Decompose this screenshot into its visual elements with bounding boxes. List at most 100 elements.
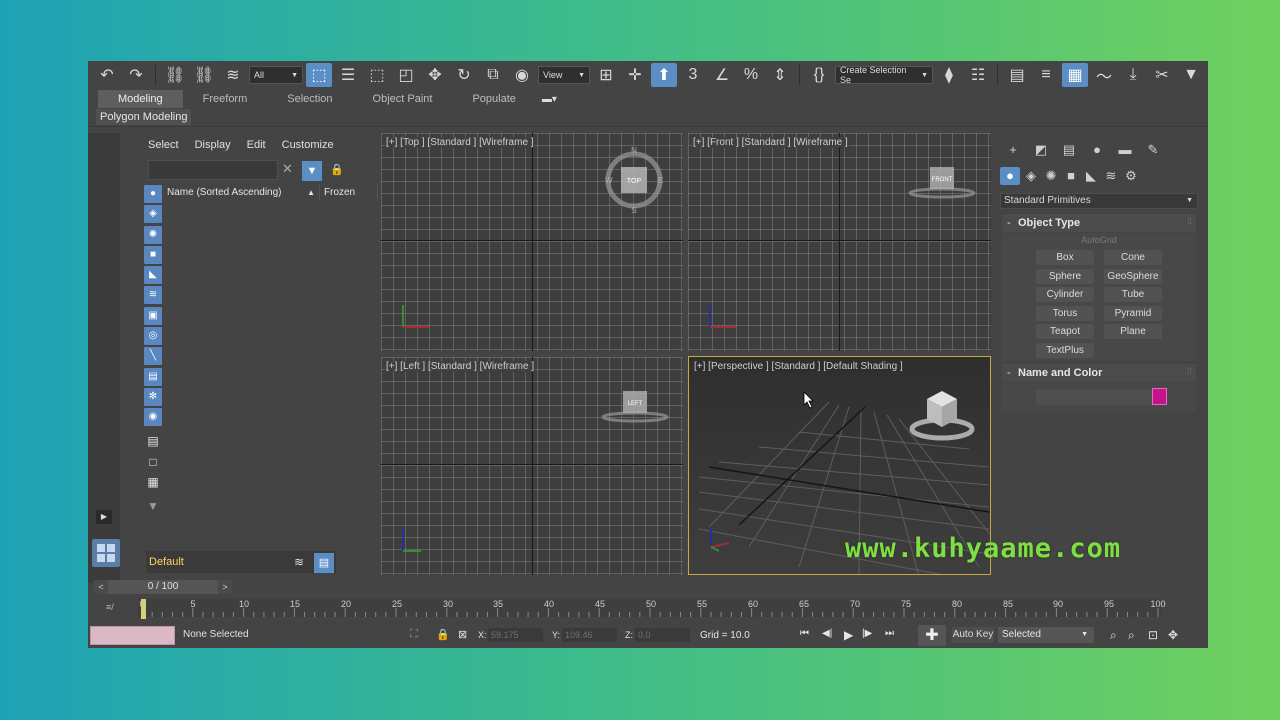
pivot-center-icon[interactable]: ⊞ [593,63,619,87]
percent-snap-icon[interactable]: % [738,63,764,87]
viewcube-front[interactable]: FRONT [908,161,978,201]
display-groups-icon[interactable]: ▣ [144,306,162,325]
display-shapes-icon[interactable]: ◈ [144,205,162,224]
time-slider-handle[interactable] [141,599,146,619]
x-coordinate-field[interactable]: 59.175 [488,628,543,642]
plane-button[interactable]: Plane [1104,324,1162,339]
align-icon[interactable]: ☷ [965,63,991,87]
pyramid-button[interactable]: Pyramid [1104,305,1162,321]
auto-key-button[interactable]: Auto Key [952,627,994,643]
systems-category-icon[interactable]: ⚙ [1122,167,1140,185]
time-slider-next[interactable]: > [218,580,232,594]
select-by-name-icon[interactable]: ☰ [335,63,361,87]
viewport-top[interactable]: [+] [Top ] [Standard ] [Wireframe ] TOP … [381,133,683,351]
select-manipulate-icon[interactable]: ✛ [622,63,648,87]
column-header-frozen[interactable]: Frozen [322,185,378,201]
menu-display[interactable]: Display [195,139,231,151]
scene-search-input[interactable] [148,160,278,180]
unlink-icon[interactable]: ⛓ [191,63,217,87]
move-icon[interactable]: ✥ [422,63,448,87]
zoom-icon[interactable]: ⌕ [1110,628,1117,643]
primitive-type-dropdown[interactable]: Standard Primitives ▼ [1000,193,1198,209]
display-containers-icon[interactable]: ▤ [144,367,162,386]
display-helpers-icon[interactable]: ◣ [144,266,162,285]
link-icon[interactable]: ⛓ [162,63,188,87]
absolute-transform-icon[interactable]: ⊠ [458,628,467,641]
keyboard-shortcut-override-icon[interactable]: ⬆ [651,63,677,87]
selection-lock-icon[interactable]: 🔒 [436,628,450,641]
tube-button[interactable]: Tube [1104,287,1162,302]
teapot-button[interactable]: Teapot [1036,324,1094,339]
close-icon[interactable]: ✕ [282,161,296,179]
filter-funnel-icon[interactable]: ▼ [144,497,162,515]
geosphere-button[interactable]: GeoSphere [1104,268,1162,284]
autogrid-checkbox[interactable]: AutoGrid [1002,235,1196,245]
ribbon-options-icon[interactable]: ▬▾ [542,94,557,105]
track-bar[interactable]: 0 5 10 15 20 25 30 35 40 45 50 55 60 65 … [138,599,1166,617]
helpers-category-icon[interactable]: ◣ [1082,167,1100,185]
layers-icon[interactable]: ≋ [294,555,304,569]
layer-dropdown[interactable]: Default ▼ [146,551,336,573]
utilities-tab-icon[interactable]: ✎ [1140,141,1166,159]
spinner-snap-icon[interactable]: ⇕ [767,63,793,87]
tab-freeform[interactable]: Freeform [183,90,268,108]
display-all-icon[interactable]: ▤ [144,432,162,450]
expand-arrow-icon[interactable]: ▶ [96,510,112,524]
scale-icon[interactable]: ⧉ [480,63,506,87]
undo-icon[interactable]: ↶ [94,63,120,87]
hierarchy-tab-icon[interactable]: ▤ [1056,141,1082,159]
viewport-label[interactable]: [+] [Top ] [Standard ] [Wireframe ] [385,137,535,148]
display-hidden-icon[interactable]: ◉ [144,408,162,427]
previous-frame-icon[interactable]: ◀| [822,628,832,639]
curve-editor-icon[interactable]: 〜 [1091,63,1117,87]
next-frame-icon[interactable]: |▶ [862,628,872,639]
create-tab-icon[interactable]: + [1000,141,1026,159]
cylinder-button[interactable]: Cylinder [1036,287,1094,302]
edit-named-selection-icon[interactable]: {} [806,63,832,87]
track-bar-toggle-icon[interactable]: ≡/ [106,602,114,612]
tab-populate[interactable]: Populate [452,90,535,108]
selection-filter-dropdown[interactable]: All ▼ [249,66,303,84]
lights-category-icon[interactable]: ✺ [1042,167,1060,185]
object-type-rollout-header[interactable]: - Object Type ⁞⁞ [1002,214,1196,232]
reference-coordinate-dropdown[interactable]: View ▼ [538,66,590,84]
snaps-toggle-icon[interactable]: 3 [680,63,706,87]
orbit-icon[interactable]: ✥ [1168,628,1178,642]
spacewarps-category-icon[interactable]: ≋ [1102,167,1120,185]
redo-icon[interactable]: ↷ [123,63,149,87]
viewcube-left[interactable]: LEFT [601,385,671,425]
display-xrefs-icon[interactable]: ◎ [144,327,162,346]
z-coordinate-field[interactable]: 0.0 [635,628,690,642]
display-tab-icon[interactable]: ▬ [1112,141,1138,159]
rectangular-selection-icon[interactable]: ⬚ [364,63,390,87]
menu-select[interactable]: Select [148,139,179,151]
window-crossing-icon[interactable]: ◰ [393,63,419,87]
scene-object-list[interactable] [165,203,378,563]
invert-display-icon[interactable]: ▦ [144,473,162,491]
display-frozen-icon[interactable]: ✻ [144,387,162,406]
layer-explorer-icon[interactable]: ≡ [1033,63,1059,87]
viewcube-top[interactable]: TOP N S W E [603,145,665,215]
viewport-label[interactable]: [+] [Perspective ] [Standard ] [Default … [693,361,904,372]
filter-icon[interactable]: ▼ [302,161,322,181]
geometry-category-icon[interactable]: ● [1000,167,1020,185]
render-setup-icon[interactable]: ▼ [1178,63,1204,87]
zoom-all-icon[interactable]: ⌕ [1128,628,1135,643]
scene-explorer-toggle-icon[interactable]: ▤ [1004,63,1030,87]
set-key-icon[interactable]: ✚ [918,625,946,646]
menu-customize[interactable]: Customize [282,139,334,151]
named-selection-set-dropdown[interactable]: Create Selection Se ▼ [835,65,933,85]
display-lights-icon[interactable]: ✺ [144,225,162,244]
tab-object-paint[interactable]: Object Paint [353,90,453,108]
material-editor-icon[interactable]: ✂ [1149,63,1175,87]
object-color-swatch[interactable] [1152,388,1167,405]
torus-button[interactable]: Torus [1036,305,1094,321]
menu-edit[interactable]: Edit [247,139,266,151]
sphere-button[interactable]: Sphere [1036,268,1094,284]
mirror-icon[interactable]: ⧫ [936,63,962,87]
maxscript-listener-input[interactable] [90,626,175,645]
select-object-icon[interactable]: ⬚ [306,63,332,87]
viewport-label[interactable]: [+] [Front ] [Standard ] [Wireframe ] [692,137,849,148]
motion-tab-icon[interactable]: ● [1084,141,1110,159]
lock-icon[interactable]: 🔒 [330,163,344,179]
